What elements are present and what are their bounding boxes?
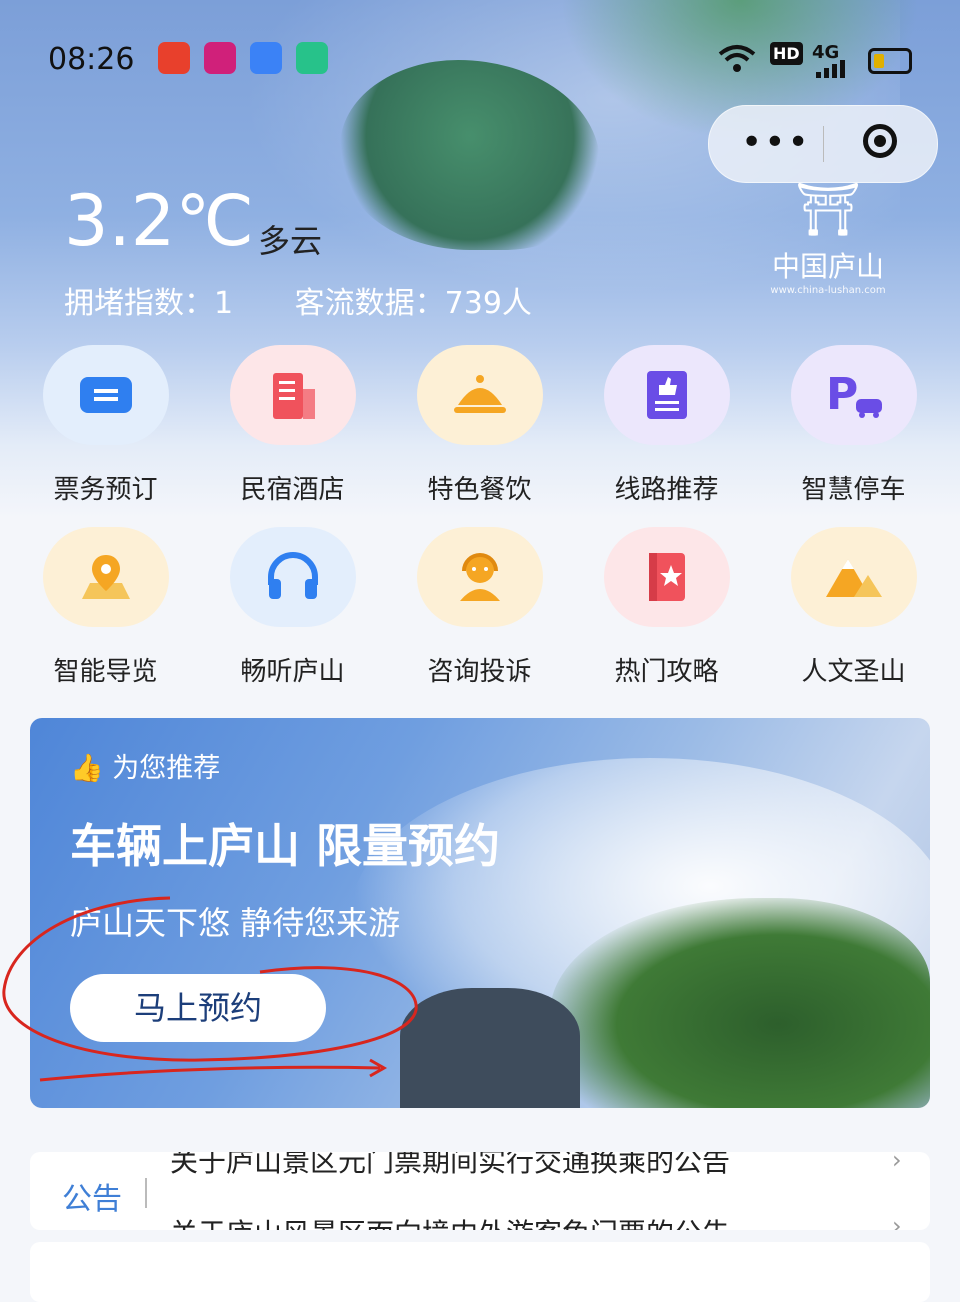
visitor-count: 客流数据：739人 xyxy=(294,286,532,321)
recommend-tag: 👍 为您推荐 xyxy=(70,746,220,785)
battery-icon xyxy=(868,48,912,74)
announcement-item[interactable]: 关于庐山风景区面向境内外游客免门票的公告 xyxy=(170,1212,730,1230)
miniprogram-capsule: ••• xyxy=(708,105,938,183)
service-dining[interactable]: 特色餐饮 xyxy=(386,345,573,506)
customer-service-icon xyxy=(416,527,543,627)
app-notification-icon xyxy=(296,42,328,74)
announcement-item[interactable]: 关于庐山景区元门票期间实行交通换乘的公告 xyxy=(170,1152,730,1180)
service-label: 畅听庐山 xyxy=(240,657,345,687)
wifi-icon xyxy=(718,45,756,72)
congestion-index: 拥堵指数：1 xyxy=(64,286,234,321)
recommend-tag-text: 为您推荐 xyxy=(112,753,221,784)
mountain-icon xyxy=(790,527,917,627)
announcement-bar[interactable]: 公告 关于庐山景区元门票期间实行交通换乘的公告 › 关于庐山风景区面向境内外游客… xyxy=(30,1152,930,1230)
weather-condition: 多云 xyxy=(258,222,323,260)
logo-name: 中国庐山 xyxy=(771,250,884,283)
thumbs-up-icon: 👍 xyxy=(70,753,104,784)
service-label: 人文圣山 xyxy=(801,657,906,687)
dining-cloche-icon xyxy=(416,345,543,445)
svg-text:P: P xyxy=(826,369,858,420)
recommend-banner[interactable]: 👍 为您推荐 车辆上庐山 限量预约 庐山天下悠 静待您来游 马上预约 xyxy=(30,718,930,1108)
more-menu-icon[interactable]: ••• xyxy=(741,122,811,163)
service-guide[interactable]: 智能导览 xyxy=(12,527,199,688)
service-parking[interactable]: P 智慧停车 xyxy=(760,345,947,506)
signal-icon xyxy=(816,60,845,78)
chevron-right-icon: › xyxy=(892,1152,902,1174)
service-culture[interactable]: 人文圣山 xyxy=(760,527,947,688)
announcement-tag: 公告 xyxy=(62,1182,122,1217)
announcement-divider xyxy=(145,1178,147,1208)
hd-badge: HD xyxy=(770,42,803,65)
thumbs-up-book-icon xyxy=(603,345,730,445)
service-audio[interactable]: 畅听庐山 xyxy=(199,527,386,688)
map-pin-icon xyxy=(42,527,169,627)
service-route[interactable]: 线路推荐 xyxy=(573,345,760,506)
temple-mountain-icon: ⛩ xyxy=(794,180,861,240)
close-miniprogram-icon[interactable] xyxy=(863,124,897,158)
service-strategy[interactable]: 热门攻略 xyxy=(573,527,760,688)
service-label: 特色餐饮 xyxy=(427,475,532,505)
hotel-icon xyxy=(229,345,356,445)
app-notification-icon xyxy=(158,42,190,74)
service-label: 民宿酒店 xyxy=(240,475,345,505)
service-complaint[interactable]: 咨询投诉 xyxy=(386,527,573,688)
headphones-icon xyxy=(229,527,356,627)
service-label: 热门攻略 xyxy=(614,657,719,687)
status-bar: 08:26 HD 4G xyxy=(0,30,960,90)
banner-title: 车辆上庐山 限量预约 xyxy=(70,819,501,873)
service-label: 咨询投诉 xyxy=(427,657,532,687)
banner-subtitle: 庐山天下悠 静待您来游 xyxy=(70,904,401,942)
rock-image xyxy=(400,988,580,1108)
guide-book-icon xyxy=(603,527,730,627)
service-label: 线路推荐 xyxy=(614,475,719,505)
app-notification-icon xyxy=(204,42,236,74)
service-label: 智能导览 xyxy=(53,657,158,687)
temperature: 3.2℃ xyxy=(64,180,254,262)
app-notification-icon xyxy=(250,42,282,74)
service-hotel[interactable]: 民宿酒店 xyxy=(199,345,386,506)
ticket-icon xyxy=(42,345,169,445)
logo-url: www.china-lushan.com xyxy=(770,285,886,296)
capsule-divider xyxy=(823,126,824,162)
parking-icon: P xyxy=(790,345,917,445)
service-label: 智慧停车 xyxy=(801,475,906,505)
lushan-logo: ⛩ 中国庐山 www.china-lushan.com xyxy=(758,175,898,315)
book-now-button[interactable]: 马上预约 xyxy=(70,974,326,1042)
service-ticket[interactable]: 票务预订 xyxy=(12,345,199,506)
chevron-right-icon: › xyxy=(892,1212,902,1230)
crowd-stats: 拥堵指数：1 客流数据：739人 xyxy=(64,278,584,322)
service-label: 票务预订 xyxy=(53,475,158,505)
status-time: 08:26 xyxy=(48,42,135,77)
next-card xyxy=(30,1242,930,1302)
